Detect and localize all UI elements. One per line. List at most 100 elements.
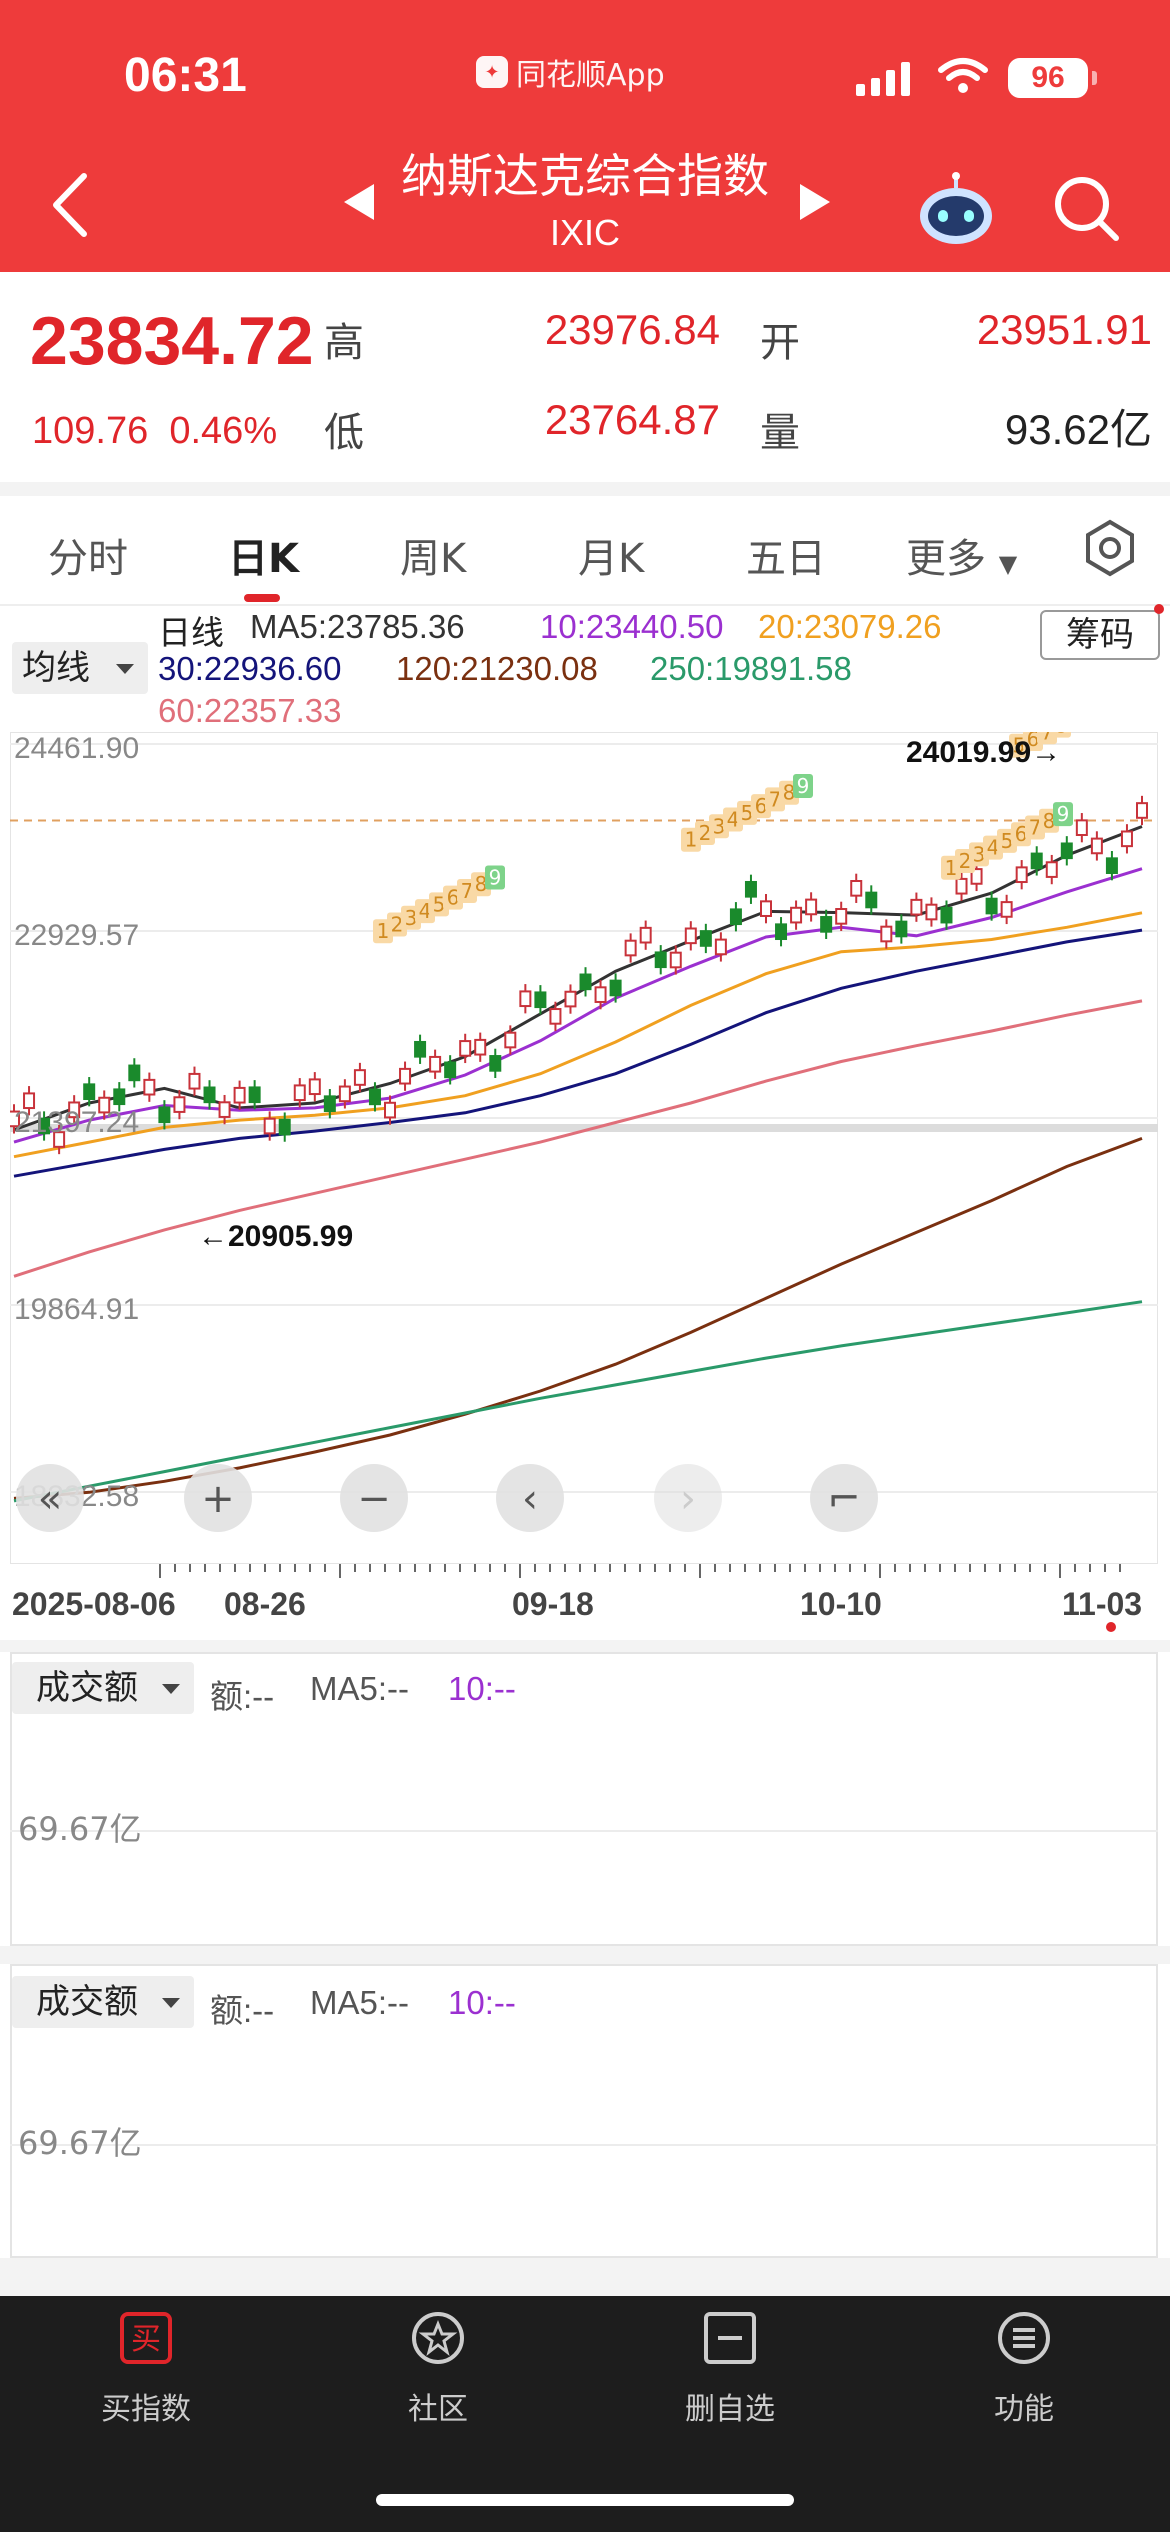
last-price: 23834.72 [30,303,314,379]
candle-body [684,927,697,945]
td-count-label: 9 [489,866,502,890]
app-source-label: ✦ 同花顺App [476,50,665,94]
remove-watchlist-icon [704,2312,756,2364]
indicator-selector-label: 均线 [22,648,90,688]
candle-body [925,903,938,921]
candle-body [399,1067,412,1085]
candle-body [579,973,592,991]
battery-indicator: 96 [1008,58,1097,98]
volume-indicator-selector[interactable]: 成交额 [12,1976,194,2028]
y-tick-label: 19864.91 [14,1293,139,1326]
caret-down-icon [162,1684,180,1694]
candle-body [263,1117,276,1135]
open-label: 开 [760,320,800,366]
candle-body [1030,852,1043,870]
tab-more[interactable]: 更多 ▼ [906,526,1017,584]
nav-remove-watchlist[interactable]: 删自选 [630,2310,830,2428]
candle-body [940,906,953,924]
ai-assistant-robot-icon[interactable] [916,172,996,248]
candle-body [699,930,712,947]
change-value: 109.76 [32,410,149,452]
candle-body [760,900,772,917]
candle-body [489,1055,502,1072]
ma5-value: MA5:23785.36 [250,608,465,645]
caret-down-icon [162,1998,180,2008]
td-count-label: 9 [1057,802,1070,826]
candle-body [609,979,622,997]
candle-body [775,923,788,941]
candle-body [459,1040,472,1057]
wifi-icon [938,58,988,93]
tab-five-day[interactable]: 五日 [746,526,826,584]
tab-weekly-k[interactable]: 周K [400,526,466,584]
nav-buy-index[interactable]: 买 买指数 [46,2310,246,2428]
candle-body [624,939,637,957]
candle-body [1015,866,1028,884]
indicator-selector[interactable]: 均线 [12,642,148,694]
x-tick-label: 11-03 [1062,1586,1143,1622]
candle-body [113,1088,126,1106]
turnover-amount: 额:-- [210,1678,275,1715]
app-logo-icon: ✦ [476,56,508,88]
candle-body [639,926,652,944]
candle-body [1060,842,1073,860]
candle-body [158,1106,171,1124]
grid-line [10,2144,1158,2146]
section-divider [0,2258,1170,2296]
candle-body [1136,802,1148,819]
chart-control-icon: « [38,1476,62,1522]
current-day-dot [1106,1622,1116,1632]
candle-body [233,1086,246,1104]
high-label: 高 [324,320,364,366]
index-code: IXIC [549,212,620,253]
ma120-value: 120:21230.08 [396,650,598,687]
candle-body [1045,861,1058,878]
chip-distribution-button[interactable]: 筹码 [1040,610,1160,660]
nav-label: 社区 [408,2392,468,2427]
candle-body [323,1095,336,1113]
candle-body [83,1083,96,1101]
x-tick-label: 2025-08-06 [12,1586,176,1622]
candle-body [895,920,908,938]
volume-selector-label: 成交额 [36,1668,138,1708]
candle-body [594,986,607,1003]
candle-body [1090,837,1103,855]
candle-body [338,1085,351,1103]
candle-body [203,1086,216,1104]
search-icon[interactable] [1050,172,1122,244]
nav-community[interactable]: 社区 [338,2310,538,2428]
header: 06:31 ✦ 同花顺App 96 纳斯达克综合指数 IXIC [0,0,1170,272]
volume-axis-value: 69.67亿 [18,2124,142,2162]
open-value: 23951.91 [976,306,1152,353]
nav-functions[interactable]: 功能 [924,2310,1124,2428]
candle-body [143,1078,156,1096]
tab-daily-k[interactable]: 日K [228,526,299,584]
candle-body [384,1101,396,1119]
candle-body [714,938,727,956]
candlestick-chart[interactable]: 24461.9022929.5721397.2419864.9118332.58… [10,732,1158,1564]
candle-body [820,916,833,933]
candle-body [534,991,547,1009]
candle-body [414,1040,427,1058]
ma30-value: 30:22936.60 [158,650,342,687]
prev-index-arrow-icon[interactable] [344,184,374,220]
next-index-arrow-icon[interactable] [800,184,830,220]
low-value: 23764.87 [544,396,720,443]
volume-indicator-selector[interactable]: 成交额 [12,1662,194,1714]
candle-body [368,1088,381,1106]
ma60-value: 60:22357.33 [158,692,342,729]
price-change: 109.76 0.46% [32,410,277,453]
community-icon [412,2312,464,2364]
tab-monthly-k[interactable]: 月K [578,526,644,584]
notification-dot [1154,604,1164,614]
menu-icon [998,2312,1050,2364]
tab-more-label: 更多 [906,536,986,582]
tab-intraday[interactable]: 分时 [48,526,128,584]
volume-selector-label: 成交额 [36,1982,138,2022]
candle-body [805,898,818,916]
candle-body [850,880,863,897]
chart-settings-icon[interactable] [1080,518,1140,578]
candle-body [1105,857,1118,874]
section-divider [0,1946,1170,1964]
back-arrow-icon[interactable] [44,170,104,240]
